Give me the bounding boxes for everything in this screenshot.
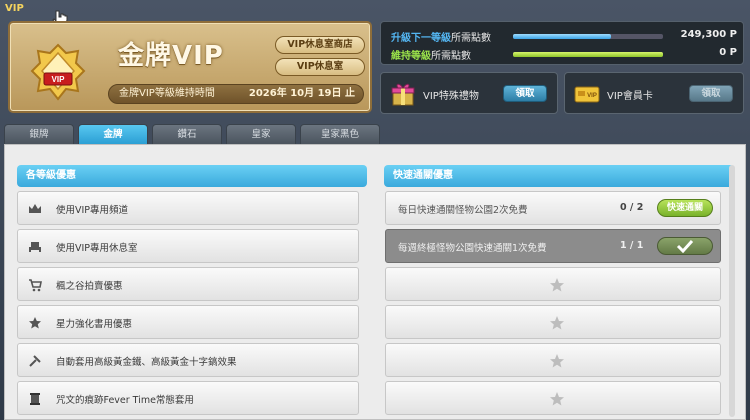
maintain-progress-bar	[513, 52, 663, 57]
tier-card: VIP 金牌VIP VIP休息室商店 VIP休息室 金牌VIP等級維持時間 20…	[8, 21, 372, 113]
maintain-points-label: 所需點數	[431, 51, 471, 62]
gift-claim-button[interactable]: 領取	[503, 85, 547, 102]
benefit-item-auction: 楓之谷拍賣優惠	[17, 267, 359, 301]
vip-window: VIP VIP 金牌VIP VIP休息室商店 VIP休息室 金牌VIP等級維持時…	[0, 0, 750, 420]
upgrade-progress-fill	[513, 34, 611, 39]
upgrade-points-label: 所需點數	[451, 33, 491, 44]
quick-pass-item-empty	[385, 305, 721, 339]
vip-lounge-shop-button[interactable]: VIP休息室商店	[275, 36, 365, 54]
quick-pass-item-weekly-ultimate: 每週終極怪物公園快速通關1次免費 1 / 1	[385, 229, 721, 263]
benefit-item-fever-time: 咒文的痕跡Fever Time常態套用	[17, 381, 359, 415]
quick-pass-text: 每日快速通關怪物公園2次免費	[398, 205, 528, 216]
tier-tabs: 銀牌 金牌 鑽石 皇家 皇家黑色	[4, 124, 380, 144]
upgrade-points-value: 249,300 P	[680, 29, 737, 40]
maintain-progress-fill	[513, 52, 663, 57]
maintain-period-date: 2026年 10月 19日 止	[248, 88, 355, 99]
vip-member-card-box: VIP VIP會員卡 領取	[564, 72, 744, 114]
upgrade-points-row: 升級下一等級所需點數 249,300 P	[391, 28, 737, 44]
tier-name: 金牌VIP	[118, 41, 224, 71]
tab-royal[interactable]: 皇家	[226, 124, 296, 144]
quick-pass-item-empty	[385, 381, 721, 415]
crown-icon	[29, 204, 41, 213]
star-icon	[29, 317, 41, 329]
member-card-label: VIP會員卡	[607, 91, 653, 102]
member-card-claim-button[interactable]: 領取	[689, 85, 733, 102]
empty-star-icon	[550, 316, 564, 330]
pickaxe-icon	[29, 355, 41, 367]
quick-pass-button[interactable]: 快速通關	[657, 199, 713, 217]
points-panel: 升級下一等級所需點數 249,300 P 維持等級所需點數 0 P	[380, 21, 744, 65]
tab-royal-black[interactable]: 皇家黑色	[300, 124, 380, 144]
svg-text:VIP: VIP	[52, 75, 66, 84]
quick-pass-text: 每週終極怪物公園快速通關1次免費	[398, 243, 547, 254]
benefit-item-vip-channel: 使用VIP專用頻道	[17, 191, 359, 225]
vip-lounge-button[interactable]: VIP休息室	[275, 58, 365, 76]
quick-pass-count: 0 / 2	[620, 202, 644, 213]
maintain-period-label: 金牌VIP等級維持時間	[119, 88, 215, 99]
quick-pass-item-empty	[385, 343, 721, 377]
window-title: VIP	[5, 3, 24, 14]
quick-pass-item-empty	[385, 267, 721, 301]
quick-pass-count: 1 / 1	[620, 240, 644, 251]
gift-icon	[391, 83, 415, 106]
benefit-item-star-force: 星力強化書用優惠	[17, 305, 359, 339]
quick-pass-item-daily-park: 每日快速通關怪物公園2次免費 0 / 2 快速通關	[385, 191, 721, 225]
empty-star-icon	[550, 354, 564, 368]
gift-label: VIP特殊禮物	[423, 91, 479, 102]
empty-star-icon	[550, 392, 564, 406]
tab-diamond[interactable]: 鑽石	[152, 124, 222, 144]
benefit-item-vip-lounge: 使用VIP專用休息室	[17, 229, 359, 263]
chair-icon	[29, 242, 41, 252]
maintain-points-row: 維持等級所需點數 0 P	[391, 46, 737, 62]
maintain-points-value: 0 P	[719, 47, 737, 58]
empty-star-icon	[550, 278, 564, 292]
benefit-item-auto-pickaxe: 自動套用高級黃金鐵、高級黃金十字鎬效果	[17, 343, 359, 377]
quick-pass-header: 快速通關優惠	[384, 165, 734, 187]
upgrade-points-highlight: 升級下一等級	[391, 33, 451, 44]
svg-text:VIP: VIP	[587, 93, 597, 99]
tab-gold[interactable]: 金牌	[78, 124, 148, 144]
quick-pass-done-button	[657, 237, 713, 255]
maintain-period-bar: 金牌VIP等級維持時間 2026年 10月 19日 止	[108, 84, 364, 104]
checkmark-icon	[676, 239, 694, 254]
maintain-points-highlight: 維持等級	[391, 51, 431, 62]
member-card-icon: VIP	[574, 86, 600, 103]
vip-special-gift-box: VIP特殊禮物 領取	[380, 72, 558, 114]
cart-icon	[29, 279, 42, 292]
benefits-header: 各等級優惠	[17, 165, 367, 187]
vip-medal-icon: VIP	[30, 43, 86, 101]
quick-pass-scrollbar[interactable]	[729, 165, 735, 417]
scroll-icon	[30, 393, 40, 405]
benefits-content: 各等級優惠 快速通關優惠 使用VIP專用頻道 使用VIP專用休息室 楓之谷拍賣優…	[4, 144, 746, 420]
upgrade-progress-bar	[513, 34, 663, 39]
tab-silver[interactable]: 銀牌	[4, 124, 74, 144]
